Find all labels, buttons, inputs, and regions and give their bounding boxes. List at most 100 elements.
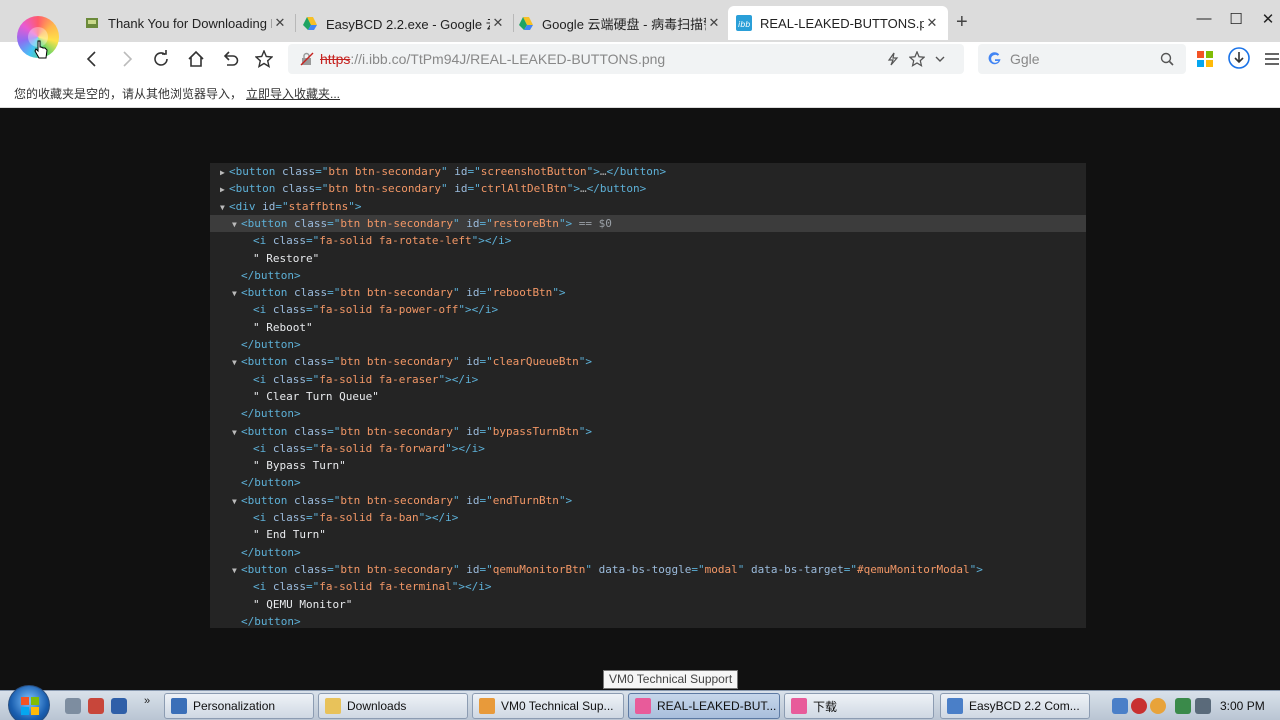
start-button[interactable] [8,685,50,720]
dom-tree-line[interactable]: ▼ <button class="btn btn-secondary" id="q… [210,561,1086,578]
search-input[interactable]: Ggle [1010,51,1040,67]
tab-easybcd-drive[interactable]: EasyBCD 2.2.exe - Google 云端 ✕ [294,8,514,38]
bookmark-button[interactable] [252,48,276,70]
minimize-button[interactable]: — [1192,10,1216,30]
dom-tree-line[interactable]: </button> [210,405,1086,422]
code-token: class [281,165,316,178]
code-token: class [272,372,306,386]
dom-tree-line[interactable]: ▶ <button class="btn btn-secondary" id="s… [210,163,1086,180]
expand-down-triangle-icon[interactable]: ▼ [232,354,241,371]
expand-down-triangle-icon[interactable]: ▼ [232,493,241,510]
dom-tree-line[interactable]: </button> [210,474,1086,491]
code-token: =" [467,165,481,178]
dom-tree-line[interactable]: <i class="fa-solid fa-terminal"></i> [210,578,1086,595]
address-bar[interactable]: https://i.ibb.co/TtPm94J/REAL-LEAKED-BUT… [288,44,964,74]
code-token: class [272,580,306,594]
tray-icon[interactable] [1112,698,1128,714]
reload-button[interactable] [149,48,173,70]
network-icon[interactable] [1175,698,1191,714]
apps-icon[interactable] [1197,51,1213,67]
search-icon[interactable] [1160,52,1174,66]
code-token: ctrlAltDelBtn [480,182,567,196]
dom-tree-line[interactable]: " QEMU Monitor" [210,596,1086,613]
star-icon[interactable] [909,51,925,67]
taskbar-button[interactable]: Downloads [318,693,468,719]
home-icon [188,50,204,67]
dom-tree-line[interactable]: <i class="fa-solid fa-power-off"></i> [210,301,1086,318]
clock[interactable]: 3:00 PM [1220,699,1265,713]
code-token: id [466,216,480,230]
maximize-button[interactable]: ☐ [1224,10,1248,30]
dom-tree-line[interactable]: ▼ <button class="btn btn-secondary" id="r… [210,214,1086,233]
tray-icon[interactable] [1150,698,1166,714]
quicklaunch-icon[interactable] [88,698,104,714]
taskbar-button-label: EasyBCD 2.2 Com... [969,699,1080,713]
dom-tree-line[interactable]: ▼ <button class="btn btn-secondary" id="b… [210,423,1086,440]
dom-tree-line[interactable]: " End Turn" [210,526,1086,543]
tab-thank-you[interactable]: Thank You for Downloading E ✕ [76,8,296,38]
quicklaunch-icon[interactable] [65,698,81,714]
import-bookmarks-link[interactable]: 立即导入收藏夹... [246,87,340,101]
dom-tree-line[interactable]: <i class="fa-solid fa-ban"></i> [210,509,1086,526]
close-window-button[interactable]: ✕ [1256,10,1280,30]
code-token: btn btn-secondary [340,355,453,369]
volume-icon[interactable] [1195,698,1211,714]
close-icon[interactable]: ✕ [924,15,940,31]
chevron-down-icon[interactable] [934,53,946,65]
dom-tree-line[interactable]: ▼ <div id="staffbtns"> [210,198,1086,215]
lightning-icon[interactable] [886,52,900,66]
dom-tree-line[interactable]: ▼ <button class="btn btn-secondary" id="r… [210,284,1086,301]
home-button[interactable] [184,48,208,70]
close-icon[interactable]: ✕ [490,15,506,31]
undo-close-button[interactable] [218,48,242,70]
chevron-icon[interactable]: » [144,695,150,707]
code-token: class [293,493,328,507]
taskbar-button[interactable]: Personalization [164,693,314,719]
code-token: </button> [241,476,301,490]
taskbar-button[interactable]: VM0 Technical Sup... [472,693,624,719]
collapse-right-triangle-icon[interactable]: ▶ [220,181,229,198]
close-icon[interactable]: ✕ [272,15,288,31]
expand-down-triangle-icon[interactable]: ▼ [232,424,241,441]
dom-tree-line[interactable]: ▼ <button class="btn btn-secondary" id="c… [210,353,1086,370]
dom-tree-line[interactable]: </button> [210,613,1086,630]
dom-tree-line[interactable]: </button> [210,336,1086,353]
code-token: "></i> [418,511,459,524]
expand-down-triangle-icon[interactable]: ▼ [232,285,241,302]
tray-icon[interactable] [1131,698,1147,714]
dom-tree-line[interactable]: " Bypass Turn" [210,457,1086,474]
tab-real-leaked-buttons[interactable]: ibb REAL-LEAKED-BUTTONS.png ✕ [728,6,948,40]
new-tab-button[interactable]: + [956,12,968,32]
close-icon[interactable]: ✕ [706,15,722,31]
dom-tree-line[interactable]: ▶ <button class="btn btn-secondary" id="c… [210,180,1086,197]
forward-button[interactable] [115,48,139,70]
download-icon[interactable] [1228,47,1250,69]
taskbar-button[interactable]: REAL-LEAKED-BUT... [628,693,780,719]
code-token: " Clear Turn Queue" [253,389,379,403]
back-button[interactable] [80,48,104,70]
collapse-right-triangle-icon[interactable]: ▶ [220,164,229,181]
search-box[interactable]: Ggle [978,44,1186,74]
expand-down-triangle-icon[interactable]: ▼ [220,199,229,216]
dom-tree-line[interactable]: " Restore" [210,250,1086,267]
dom-tree-line[interactable]: </button> [210,267,1086,284]
quicklaunch-icon[interactable] [111,698,127,714]
taskbar-button[interactable]: EasyBCD 2.2 Com... [940,693,1090,719]
dom-tree-line[interactable]: </button> [210,544,1086,561]
dom-tree-line[interactable]: <i class="fa-solid fa-rotate-left"></i> [210,232,1086,249]
dom-tree-line[interactable]: <i class="fa-solid fa-forward"></i> [210,440,1086,457]
expand-down-triangle-icon[interactable]: ▼ [232,216,241,233]
dom-tree-line[interactable]: " Reboot" [210,319,1086,336]
dom-tree-line[interactable]: " Clear Turn Queue" [210,388,1086,405]
dom-tree-line[interactable]: ▼ <button class="btn btn-secondary" id="e… [210,492,1086,509]
code-token: id [466,424,480,438]
expand-down-triangle-icon[interactable]: ▼ [232,562,241,579]
menu-icon[interactable] [1265,52,1279,66]
taskbar-button[interactable]: 下载 [784,693,934,719]
tab-google-drive-scan[interactable]: Google 云端硬盘 - 病毒扫描警 ✕ [510,8,730,38]
code-token: id [466,355,480,369]
code-token: =" [315,165,329,178]
code-token: " [440,182,455,196]
dom-tree-line[interactable]: <i class="fa-solid fa-eraser"></i> [210,371,1086,388]
